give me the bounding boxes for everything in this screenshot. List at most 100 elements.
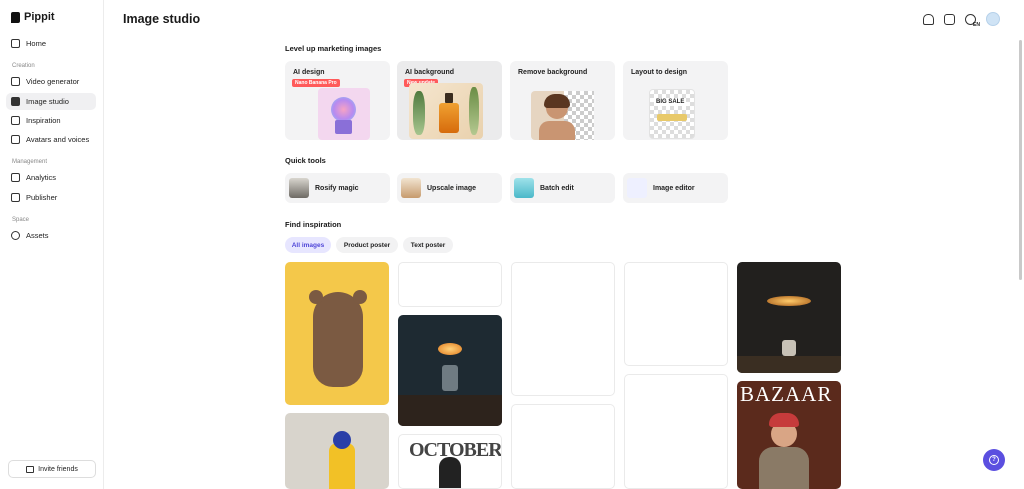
sidebar-item-publisher[interactable]: Publisher [6, 189, 96, 206]
card-label: Layout to design [631, 69, 687, 76]
image-editor-tool[interactable]: Image editor [623, 173, 728, 203]
language-globe-icon[interactable]: EN [965, 13, 980, 28]
gallery-image-bazaar[interactable]: BAZAAR [737, 381, 841, 489]
logo-text: Pippit [24, 11, 55, 23]
upscale-thumb-icon [401, 178, 421, 198]
filter-product-poster[interactable]: Product poster [336, 237, 398, 253]
glow-icon [438, 343, 462, 355]
video-icon [11, 77, 20, 86]
bear-plush-icon [313, 292, 363, 387]
sidebar-item-inspiration[interactable]: Inspiration [6, 112, 96, 129]
help-button[interactable]: ? [983, 449, 1005, 471]
filter-text-poster[interactable]: Text poster [403, 237, 453, 253]
batch-edit-tool[interactable]: Batch edit [510, 173, 615, 203]
home-icon [11, 39, 20, 48]
sidebar: Pippit Home Creation Video generator Ima… [0, 0, 104, 489]
gallery-image-blank[interactable] [398, 262, 502, 307]
ai-design-card[interactable]: AI design Nano Banana Pro [285, 61, 390, 140]
remove-background-preview [531, 91, 594, 140]
bulbs-icon [767, 296, 811, 306]
lightbulb-icon [11, 116, 20, 125]
language-code: EN [973, 21, 980, 28]
sofa-icon [657, 114, 687, 121]
person-hair-icon [544, 94, 570, 108]
sidebar-item-label: Avatars and voices [26, 135, 90, 144]
calendar-icon [11, 193, 20, 202]
gallery-image-blank[interactable] [511, 262, 615, 396]
avatar[interactable] [986, 12, 1000, 26]
person-shoulders-icon [539, 121, 575, 140]
batch-edit-thumb-icon [514, 178, 534, 198]
gallery-image-october[interactable]: OCTOBER [398, 434, 502, 489]
sidebar-item-label: Analytics [26, 173, 57, 182]
jacket-icon [759, 447, 809, 489]
perfume-bottle-icon [439, 103, 459, 133]
scrollbar[interactable] [1019, 40, 1022, 280]
gallery-image-blank[interactable] [511, 404, 615, 489]
bell-icon[interactable] [923, 13, 934, 25]
yellow-figure-icon [329, 443, 355, 489]
bear-ear-icon [309, 290, 323, 304]
find-inspiration-title: Find inspiration [285, 220, 342, 229]
invite-friends-label: Invite friends [38, 465, 78, 473]
gift-box-icon [335, 120, 352, 134]
rosify-thumb-icon [289, 178, 309, 198]
bottle-cap-icon [445, 93, 453, 103]
bear-ear-icon [353, 290, 367, 304]
sidebar-item-label: Publisher [26, 193, 58, 202]
sidebar-item-label: Inspiration [26, 116, 61, 125]
invite-friends-button[interactable]: Invite friends [8, 460, 96, 478]
gallery-image-industrial[interactable] [737, 262, 841, 373]
marketing-section-title: Level up marketing images [285, 44, 382, 53]
app-logo[interactable]: Pippit [11, 11, 55, 23]
table-icon [737, 356, 841, 373]
sidebar-item-label: Image studio [26, 97, 69, 106]
sidebar-item-video-generator[interactable]: Video generator [6, 73, 96, 90]
gallery-image-blank[interactable] [624, 262, 728, 366]
gallery-image-lamp[interactable] [398, 315, 502, 426]
remove-background-card[interactable]: Remove background [510, 61, 615, 140]
lamp-icon [442, 365, 458, 391]
ai-background-card[interactable]: AI background New update [397, 61, 502, 140]
inbox-icon[interactable] [944, 13, 955, 25]
gift-icon [26, 465, 35, 473]
sidebar-item-assets[interactable]: Assets [6, 227, 96, 244]
card-label: Remove background [518, 69, 588, 76]
card-label: AI design [293, 69, 325, 76]
page-title: Image studio [123, 12, 201, 26]
rosify-magic-tool[interactable]: Rosify magic [285, 173, 390, 203]
image-editor-thumb-icon [627, 178, 647, 198]
upscale-image-tool[interactable]: Upscale image [397, 173, 502, 203]
tool-label: Rosify magic [315, 184, 359, 192]
card-label: AI background [405, 69, 455, 76]
gallery-image-blank[interactable] [624, 374, 728, 489]
person-hair-icon [769, 413, 799, 427]
quick-tools-title: Quick tools [285, 156, 326, 165]
gallery-image-figure[interactable] [285, 413, 389, 489]
gallery-image-bear[interactable] [285, 262, 389, 405]
topbar-actions: EN [923, 12, 1000, 28]
section-label-management: Management [12, 159, 48, 165]
bazaar-text: BAZAAR [740, 382, 833, 406]
tool-label: Batch edit [540, 184, 574, 192]
layout-preview: BIG SALE [649, 89, 695, 139]
section-label-space: Space [12, 217, 30, 223]
filter-all-images[interactable]: All images [285, 237, 331, 253]
sidebar-item-label: Video generator [26, 77, 80, 86]
blue-cat-head-icon [333, 431, 351, 449]
person-silhouette-icon [439, 457, 461, 488]
sidebar-item-analytics[interactable]: Analytics [6, 169, 96, 186]
tool-label: Image editor [653, 184, 695, 192]
avatar-icon [11, 135, 20, 144]
pippit-logo-icon [11, 11, 20, 23]
image-icon [11, 97, 20, 106]
layout-to-design-card[interactable]: Layout to design BIG SALE [623, 61, 728, 140]
question-icon: ? [989, 455, 999, 465]
cloud-icon [11, 231, 20, 240]
badge: Nano Banana Pro [292, 79, 340, 87]
sidebar-item-avatars-and-voices[interactable]: Avatars and voices [6, 131, 96, 148]
sidebar-item-image-studio[interactable]: Image studio [6, 93, 96, 110]
sidebar-item-home[interactable]: Home [6, 35, 96, 52]
sidebar-item-label: Assets [26, 231, 49, 240]
flower-bouquet-icon [331, 97, 356, 122]
